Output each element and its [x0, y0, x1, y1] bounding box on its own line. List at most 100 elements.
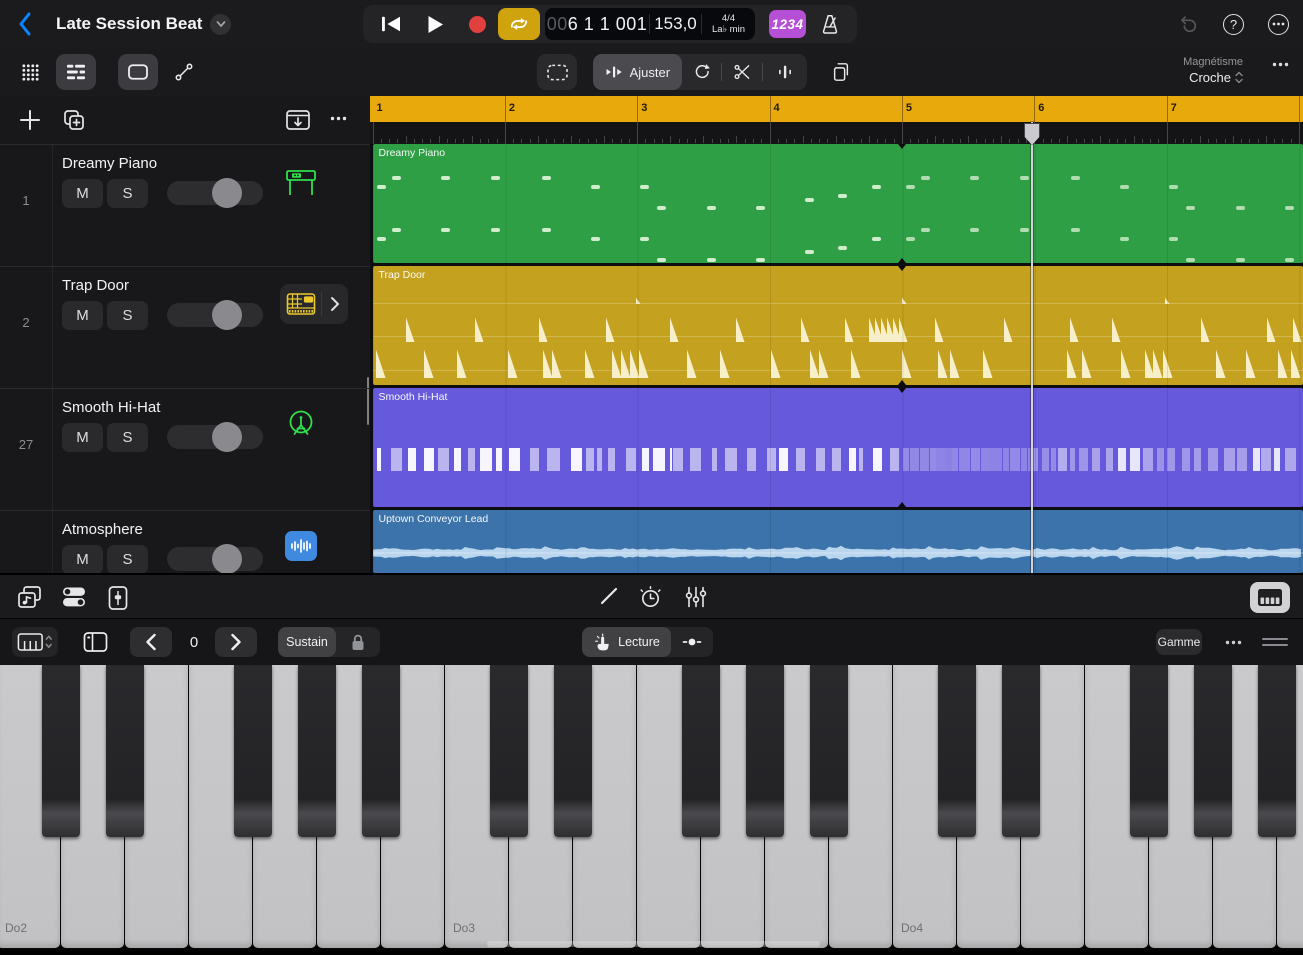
undo-button[interactable]	[1177, 13, 1199, 35]
volume-knob[interactable]	[212, 544, 242, 573]
count-in-button[interactable]: 1234	[769, 10, 806, 38]
split-tool-button[interactable]	[722, 54, 762, 90]
piano-key-black[interactable]	[490, 665, 528, 837]
solo-button[interactable]: S	[107, 301, 148, 330]
cycle-range-bar[interactable]: 12345678	[370, 96, 1303, 122]
piano-key-black[interactable]	[746, 665, 784, 837]
volume-slider[interactable]	[167, 181, 263, 205]
volume-slider[interactable]	[167, 303, 263, 327]
piano-key-black[interactable]	[298, 665, 336, 837]
drum-hit	[1004, 316, 1013, 342]
more-options-button[interactable]	[1268, 14, 1289, 35]
keyboard-more-button[interactable]	[1216, 627, 1250, 657]
piano-key-black[interactable]	[362, 665, 400, 837]
sustain-lock-button[interactable]	[336, 627, 380, 657]
drum-hit	[902, 348, 912, 378]
ruler-bar-tick	[770, 122, 771, 144]
go-to-beginning-button[interactable]	[371, 5, 411, 43]
solo-button[interactable]: S	[107, 423, 148, 452]
region-trap-door[interactable]: Trap Door	[373, 266, 1303, 385]
grid-view-button[interactable]	[10, 54, 50, 90]
tracks-view-button[interactable]	[56, 54, 96, 90]
region-smooth-hi-hat[interactable]: Smooth Hi-Hat	[373, 388, 1303, 507]
piano-key-black[interactable]	[810, 665, 848, 837]
piano-key-black[interactable]	[1258, 665, 1296, 837]
automation-mode-button[interactable]	[164, 54, 204, 90]
piano-key-black[interactable]	[1002, 665, 1040, 837]
drum-machine-icon[interactable]	[280, 291, 321, 317]
play-mode-button[interactable]: Lecture	[582, 627, 671, 657]
volume-slider[interactable]	[167, 425, 263, 449]
chevron-down-icon[interactable]	[210, 14, 231, 35]
piano-key-black[interactable]	[938, 665, 976, 837]
solo-button[interactable]: S	[107, 179, 148, 208]
toolbar-more-button[interactable]	[1272, 62, 1289, 67]
electric-piano-icon[interactable]	[282, 163, 320, 201]
region-dreamy-piano[interactable]: Dreamy Piano	[373, 144, 1303, 263]
solo-button[interactable]: S	[107, 545, 148, 573]
panel-resize-handle[interactable]	[1258, 627, 1292, 657]
piano-key-black[interactable]	[42, 665, 80, 837]
scale-button[interactable]: Gamme	[1156, 629, 1202, 655]
metronome-button[interactable]	[813, 10, 847, 38]
snap-setting[interactable]: Magnétisme Croche	[1183, 55, 1243, 85]
keyboard-panel-toggle[interactable]	[1250, 582, 1290, 613]
piano-key-black[interactable]	[106, 665, 144, 837]
volume-knob[interactable]	[212, 178, 242, 208]
piano-key-black[interactable]	[1130, 665, 1168, 837]
track-header-trap-door[interactable]: 2 Trap Door M S	[0, 266, 370, 389]
velocity-mode-button[interactable]	[671, 627, 713, 657]
help-button[interactable]: ?	[1223, 14, 1244, 35]
paste-button[interactable]	[822, 54, 860, 90]
region-uptown-conveyor-lead[interactable]: Uptown Conveyor Lead	[373, 510, 1303, 573]
audio-waveform-icon[interactable]	[282, 527, 320, 565]
record-button[interactable]	[459, 5, 495, 43]
import-button[interactable]	[285, 109, 311, 131]
fader-button[interactable]	[107, 585, 129, 611]
cycle-button[interactable]	[498, 8, 540, 40]
mute-button[interactable]: M	[62, 545, 103, 573]
piano-key-black[interactable]	[234, 665, 272, 837]
add-track-button[interactable]	[19, 109, 41, 131]
volume-knob[interactable]	[212, 422, 242, 452]
hihat-note	[1143, 448, 1154, 471]
marquee-select-button[interactable]	[537, 54, 577, 90]
track-header-smooth-hi-hat[interactable]: 27 Smooth Hi-Hat M S	[0, 388, 370, 511]
play-button[interactable]	[415, 5, 455, 43]
loop-browser-button[interactable]	[16, 585, 44, 610]
mute-button[interactable]: M	[62, 423, 103, 452]
track-controls-button[interactable]	[61, 585, 87, 609]
octave-down-button[interactable]	[130, 627, 172, 657]
volume-slider[interactable]	[167, 547, 263, 571]
sidebar-toggle-button[interactable]	[80, 627, 110, 657]
piano-key-black[interactable]	[554, 665, 592, 837]
trim-tool-button[interactable]: Ajuster	[593, 54, 682, 90]
snap-value: Croche	[1189, 70, 1231, 85]
join-tool-button[interactable]	[763, 54, 807, 90]
mute-button[interactable]: M	[62, 179, 103, 208]
piano-key-black[interactable]	[682, 665, 720, 837]
hihat-note	[1253, 448, 1260, 471]
lcd-display[interactable]: 006 1 1 001 153,0 4/4 La♭ min	[545, 8, 755, 40]
back-button[interactable]	[14, 10, 40, 38]
midi-note	[1186, 206, 1195, 210]
tempo-settings-button[interactable]	[638, 585, 663, 610]
ruler[interactable]	[370, 122, 1303, 145]
loop-tool-button[interactable]	[682, 54, 722, 90]
regions-mode-button[interactable]	[118, 54, 158, 90]
hi-hat-icon[interactable]	[282, 407, 320, 445]
track-header-more-button[interactable]	[330, 116, 347, 121]
piano-key-black[interactable]	[1194, 665, 1232, 837]
mute-button[interactable]: M	[62, 301, 103, 330]
track-header-atmosphere[interactable]: Atmosphere M S	[0, 510, 370, 573]
mixer-button[interactable]	[684, 585, 708, 609]
keyboard-type-picker[interactable]	[12, 627, 58, 657]
octave-up-button[interactable]	[215, 627, 257, 657]
duplicate-track-button[interactable]	[62, 108, 86, 132]
sustain-button[interactable]: Sustain	[278, 627, 336, 657]
track-disclosure-button[interactable]	[322, 296, 347, 312]
volume-knob[interactable]	[212, 300, 242, 330]
project-title[interactable]: Late Session Beat	[56, 14, 202, 34]
pencil-tool-button[interactable]	[598, 585, 620, 607]
track-header-dreamy-piano[interactable]: 1 Dreamy Piano M S	[0, 144, 370, 267]
